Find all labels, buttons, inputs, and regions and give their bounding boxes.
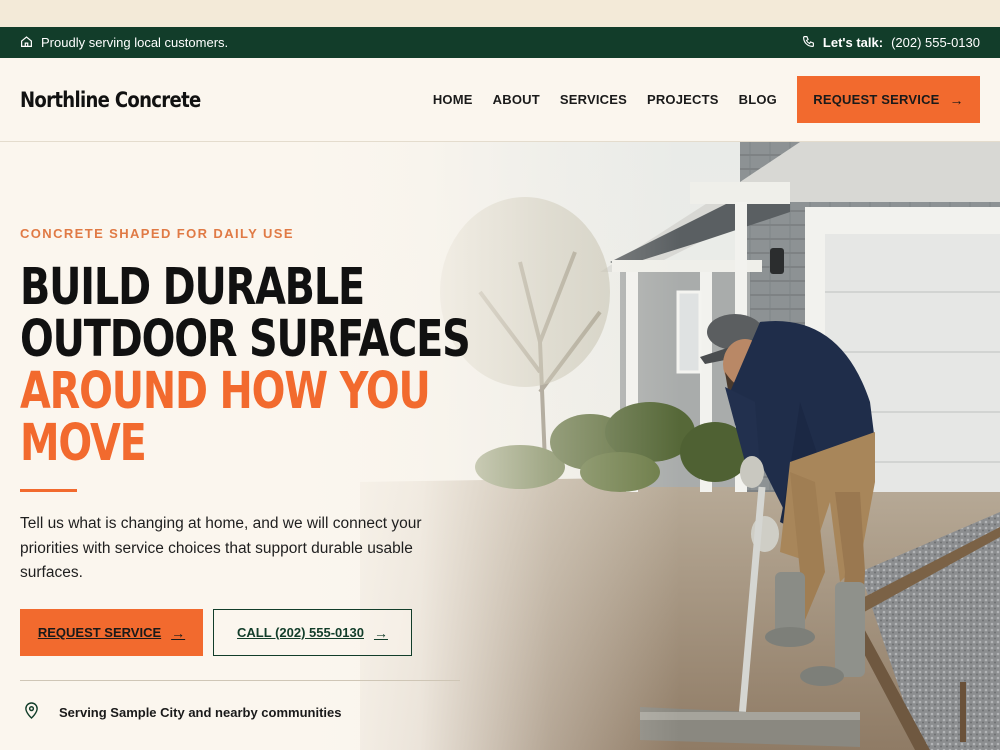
- nav-services[interactable]: SERVICES: [560, 92, 627, 107]
- hero-primary-cta-label: REQUEST SERVICE: [37, 625, 162, 640]
- home-icon: [20, 35, 33, 51]
- announcement-left: Proudly serving local customers.: [20, 35, 228, 51]
- headline-line-1: BUILD DURABLE: [20, 258, 365, 317]
- accent-divider: [20, 489, 77, 492]
- service-area-text: Serving Sample City and nearby communiti…: [59, 704, 342, 720]
- nav-blog[interactable]: BLOG: [739, 92, 777, 107]
- hero-rule: [20, 680, 460, 681]
- arrow-right-icon: →: [171, 624, 186, 641]
- header-cta-label: REQUEST SERVICE: [813, 92, 940, 107]
- nav-about[interactable]: ABOUT: [493, 92, 540, 107]
- headline-line-3: AROUND HOW YOU: [20, 362, 431, 421]
- hero-section: CONCRETE SHAPED FOR DAILY USE BUILD DURA…: [0, 142, 1000, 750]
- hero-request-service-button[interactable]: REQUEST SERVICE →: [20, 609, 203, 656]
- map-pin-icon: [24, 702, 39, 722]
- site-header: Northline Concrete HOME ABOUT SERVICES P…: [0, 58, 1000, 142]
- site-logo[interactable]: Northline Concrete: [20, 88, 201, 112]
- headline-line-2: OUTDOOR SURFACES: [20, 310, 471, 369]
- phone-number[interactable]: (202) 555-0130: [891, 35, 980, 50]
- arrow-right-icon: →: [373, 624, 388, 641]
- main-nav: HOME ABOUT SERVICES PROJECTS BLOG REQUES…: [433, 76, 980, 123]
- service-area: Serving Sample City and nearby communiti…: [24, 702, 341, 722]
- nav-projects[interactable]: PROJECTS: [647, 92, 719, 107]
- hero-cta-row: REQUEST SERVICE → CALL (202) 555-0130 →: [20, 609, 412, 656]
- top-spacer: [0, 0, 1000, 27]
- phone-label: Let's talk:: [822, 35, 884, 50]
- hero-secondary-cta-label: CALL (202) 555-0130: [237, 625, 364, 640]
- phone-icon: [802, 35, 815, 51]
- hero-eyebrow: CONCRETE SHAPED FOR DAILY USE: [20, 226, 294, 241]
- hero-lead: Tell us what is changing at home, and we…: [20, 515, 422, 581]
- announcement-bar: Proudly serving local customers. Let's t…: [0, 27, 1000, 58]
- headline-line-4: MOVE: [20, 414, 147, 473]
- announcement-text: Proudly serving local customers.: [41, 35, 229, 50]
- contact-phone[interactable]: Let's talk: (202) 555-0130: [802, 35, 980, 51]
- header-request-service-button[interactable]: REQUEST SERVICE →: [797, 76, 980, 123]
- hero-headline: BUILD DURABLE OUTDOOR SURFACES AROUND HO…: [20, 258, 471, 473]
- arrow-right-icon: →: [949, 91, 964, 108]
- nav-home[interactable]: HOME: [433, 92, 473, 107]
- hero-call-button[interactable]: CALL (202) 555-0130 →: [213, 609, 412, 656]
